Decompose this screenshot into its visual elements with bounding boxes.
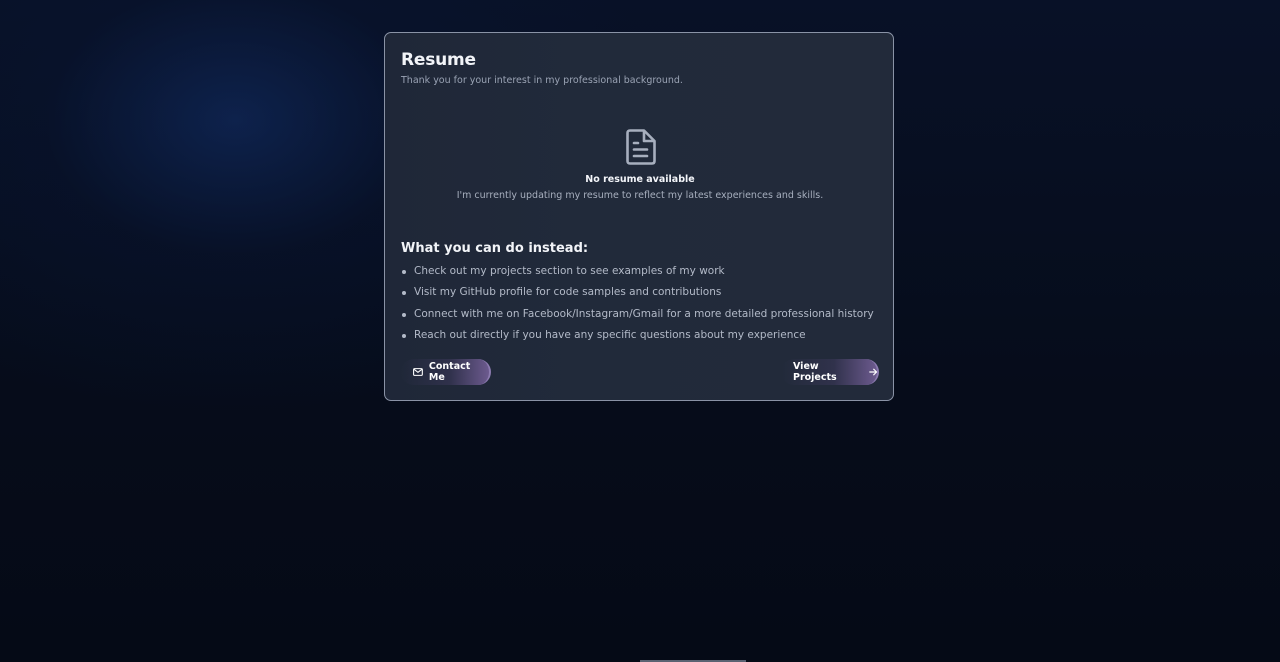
alternatives-list: Check out my projects section to see exa…: [401, 263, 874, 348]
mail-icon: [413, 368, 423, 376]
view-projects-button[interactable]: View Projects: [781, 359, 879, 385]
file-text-icon: [626, 129, 656, 165]
list-item: Check out my projects section to see exa…: [401, 263, 874, 284]
view-projects-label: View Projects: [793, 361, 837, 383]
card-title: Resume: [401, 50, 476, 70]
empty-state-description: I'm currently updating my resume to refl…: [456, 190, 824, 201]
contact-me-button[interactable]: Contact Me: [401, 359, 491, 385]
list-item: Connect with me on Facebook/Instagram/Gm…: [401, 306, 874, 327]
contact-me-label: Contact Me: [428, 361, 471, 383]
list-item: Reach out directly if you have any speci…: [401, 327, 874, 348]
list-item: Visit my GitHub profile for code samples…: [401, 284, 874, 305]
card-subtitle: Thank you for your interest in my profes…: [401, 75, 683, 86]
empty-state-title: No resume available: [585, 174, 695, 185]
arrow-right-icon: [868, 368, 877, 376]
alternatives-heading: What you can do instead:: [401, 241, 589, 256]
resume-card: Resume Thank you for your interest in my…: [384, 32, 894, 401]
